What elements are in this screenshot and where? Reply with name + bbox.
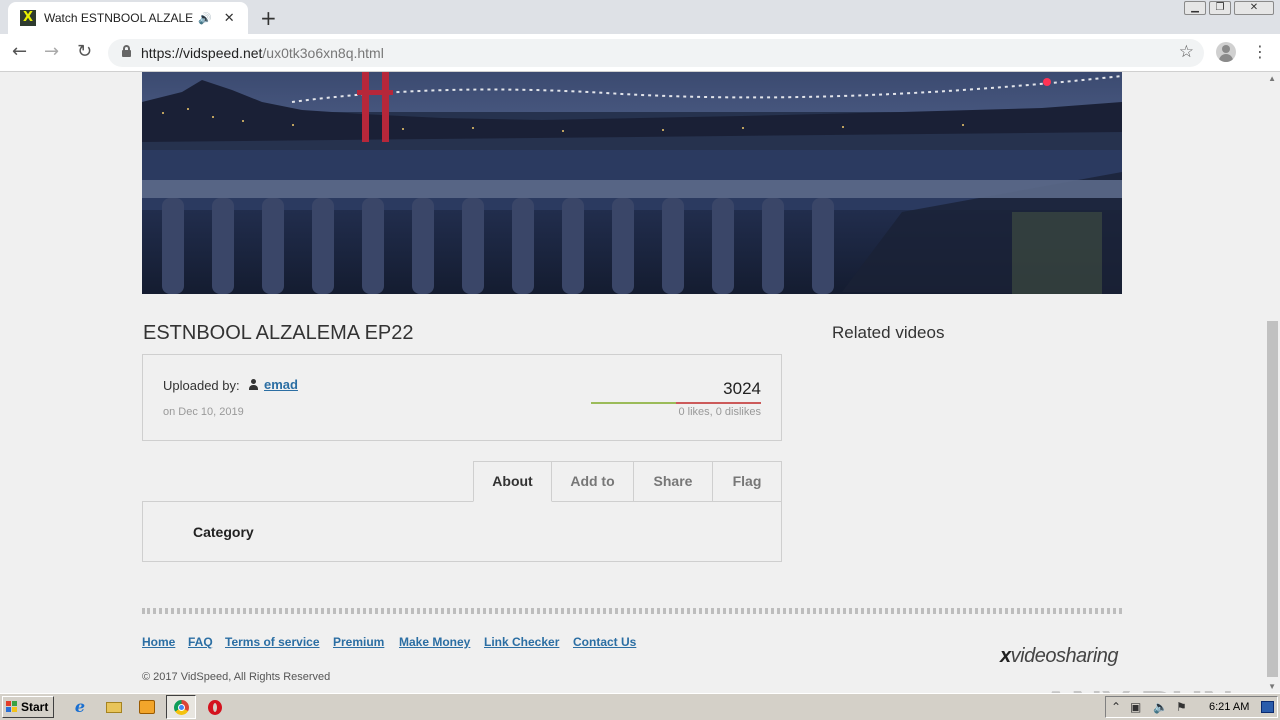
category-label: Category — [193, 524, 254, 540]
new-tab-button[interactable]: + — [260, 6, 277, 30]
browser-tab-bar: X Watch ESTNBOOL ALZALEMA EP22 🔊 ✕ + ▁ ❐… — [0, 0, 1280, 34]
tab-close-icon[interactable]: ✕ — [224, 11, 235, 26]
tab-audio-icon[interactable]: 🔊 — [198, 12, 212, 25]
system-tray: ⌃ ▣ 🔈 ⚑ 6:21 AM — [1105, 696, 1278, 718]
chrome-taskbar-icon[interactable] — [166, 695, 196, 719]
footer-divider — [142, 608, 1122, 614]
window-close-button[interactable]: ✕ — [1234, 1, 1274, 15]
taskbar: Start e ⌃ ▣ 🔈 ⚑ 6:21 AM — [0, 693, 1280, 720]
tab-flag[interactable]: Flag — [712, 461, 782, 502]
url-path: /ux0tk3o6xn8q.html — [262, 45, 384, 61]
video-info-box: Uploaded by: emad on Dec 10, 2019 3024 0… — [142, 354, 782, 441]
related-videos-heading: Related videos — [832, 323, 945, 342]
menu-icon[interactable]: ⋮ — [1252, 42, 1268, 61]
flag-icon[interactable]: ⚑ — [1176, 700, 1187, 714]
footer-link-terms[interactable]: Terms of service — [225, 635, 320, 649]
scroll-up-arrow-icon[interactable]: ▲ — [1268, 74, 1276, 83]
opera-icon[interactable] — [204, 697, 226, 717]
vertical-scrollbar[interactable]: ▲ ▼ — [1263, 72, 1280, 693]
uploaded-by-label: Uploaded by: — [163, 378, 240, 393]
internet-explorer-icon[interactable]: e — [69, 697, 91, 717]
url-host: https://vidspeed.net — [141, 45, 263, 61]
windows-logo-icon — [6, 701, 18, 713]
file-explorer-icon[interactable] — [103, 697, 125, 717]
video-title: ESTNBOOL ALZALEMA EP22 — [143, 322, 414, 344]
network-icon[interactable]: ▣ — [1130, 700, 1141, 714]
restore-button[interactable]: ❐ — [1209, 1, 1231, 15]
footer-link-link-checker[interactable]: Link Checker — [484, 635, 559, 649]
url-text[interactable]: https://vidspeed.net/ux0tk3o6xn8q.html — [141, 45, 384, 61]
view-count: 3024 — [723, 379, 761, 398]
rating-bar — [591, 402, 761, 404]
site-favicon-icon: X — [20, 10, 36, 26]
tab-about[interactable]: About — [473, 461, 552, 502]
tab-share[interactable]: Share — [633, 461, 713, 502]
forward-arrow-icon[interactable]: → — [44, 41, 59, 62]
scroll-down-arrow-icon[interactable]: ▼ — [1268, 682, 1276, 691]
start-label: Start — [21, 700, 49, 714]
footer-logo-text: videosharing — [1010, 645, 1119, 667]
tab-add-to[interactable]: Add to — [551, 461, 634, 502]
show-desktop-icon[interactable] — [1261, 701, 1274, 713]
uploader-link[interactable]: emad — [264, 377, 298, 392]
footer-link-contact-us[interactable]: Contact Us — [573, 635, 636, 649]
browser-tab[interactable]: X Watch ESTNBOOL ALZALEMA EP22 🔊 ✕ — [8, 2, 248, 34]
user-icon — [249, 379, 258, 390]
clock[interactable]: 6:21 AM — [1209, 701, 1249, 713]
video-player[interactable] — [142, 72, 1122, 294]
page-viewport: ESTNBOOL ALZALEMA EP22 Related videos Up… — [0, 72, 1280, 693]
tray-expand-icon[interactable]: ⌃ — [1111, 700, 1121, 714]
video-frame-image — [142, 72, 1122, 294]
back-arrow-icon[interactable]: ← — [12, 41, 27, 62]
minimize-button[interactable]: ▁ — [1184, 1, 1206, 15]
lock-icon[interactable] — [122, 45, 131, 57]
tab-title: Watch ESTNBOOL ALZALEMA EP22 — [44, 11, 194, 25]
footer-link-faq[interactable]: FAQ — [188, 635, 213, 649]
browser-toolbar: ← → ↻ https://vidspeed.net/ux0tk3o6xn8q.… — [0, 34, 1280, 72]
footer-link-premium[interactable]: Premium — [333, 635, 384, 649]
star-icon[interactable]: ☆ — [1179, 42, 1194, 62]
footer-logo[interactable]: xvideosharing — [1000, 645, 1119, 668]
likes-dislikes-text: 0 likes, 0 dislikes — [678, 406, 761, 418]
tab-panel: Category — [142, 501, 782, 562]
upload-date: on Dec 10, 2019 — [163, 406, 244, 418]
footer-link-home[interactable]: Home — [142, 635, 175, 649]
profile-icon[interactable] — [1216, 42, 1236, 62]
media-player-icon[interactable] — [136, 697, 158, 717]
copyright-text: © 2017 VidSpeed, All Rights Reserved — [142, 671, 331, 683]
footer-link-make-money[interactable]: Make Money — [399, 635, 470, 649]
address-bar[interactable]: https://vidspeed.net/ux0tk3o6xn8q.html ☆ — [108, 39, 1204, 67]
start-button[interactable]: Start — [2, 696, 54, 718]
rating-bar-likes — [591, 402, 676, 404]
scroll-thumb[interactable] — [1267, 321, 1278, 677]
footer-logo-x: x — [1000, 645, 1011, 667]
volume-icon[interactable]: 🔈 — [1153, 700, 1168, 714]
watermark: ANY RUN — [1040, 682, 1234, 693]
reload-icon[interactable]: ↻ — [77, 41, 92, 62]
